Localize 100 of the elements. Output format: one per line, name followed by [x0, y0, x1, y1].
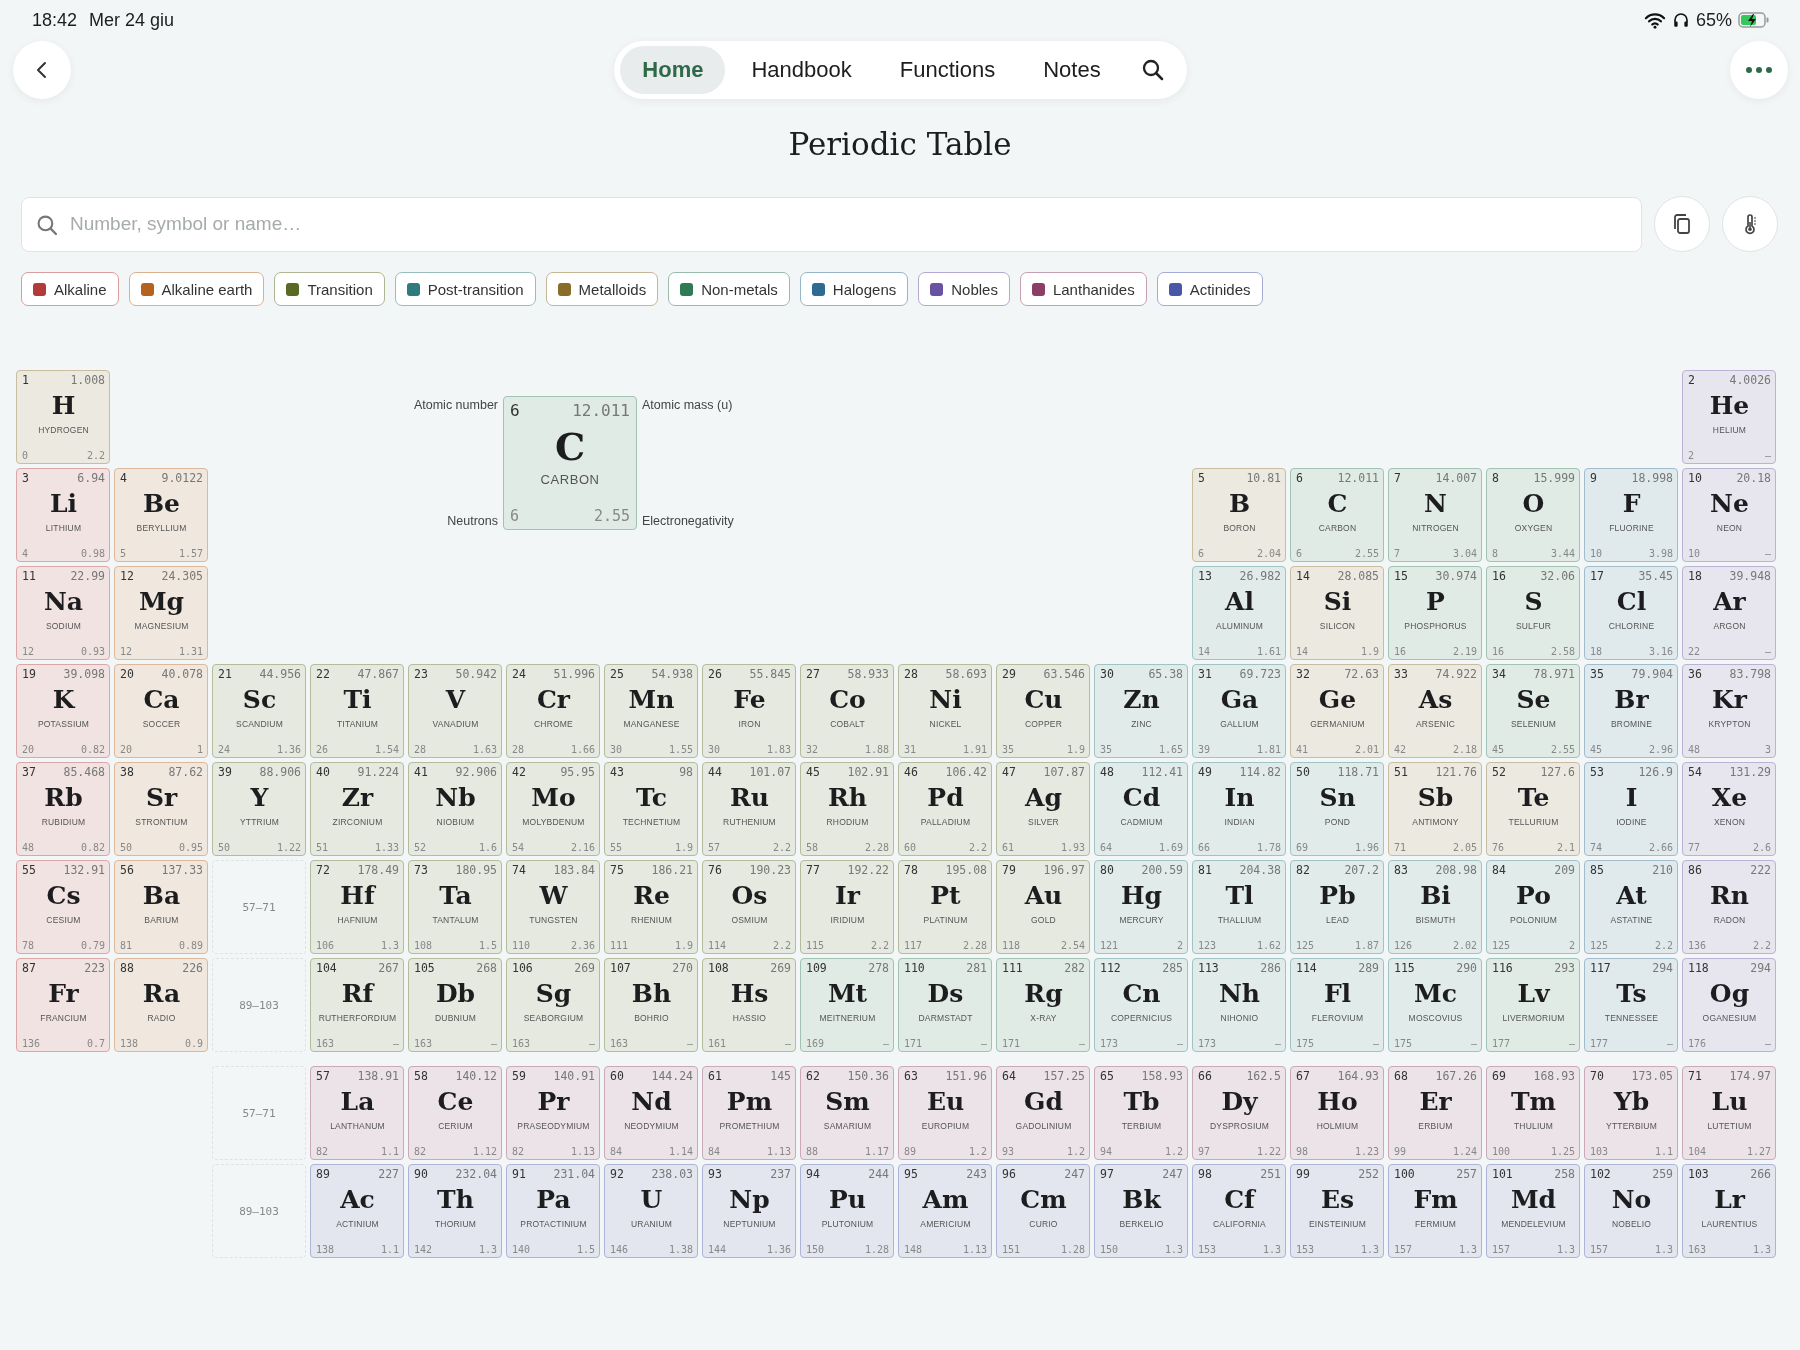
element-tile[interactable]: 34 78.971 Se SELENIUM 45 2.55 [1486, 664, 1580, 758]
element-tile[interactable]: 11 22.99 Na SODIUM 12 0.93 [16, 566, 110, 660]
element-tile[interactable]: 54 131.29 Xe XENON 77 2.6 [1682, 762, 1776, 856]
element-tile[interactable]: 84 209 Po POLONIUM 125 2 [1486, 860, 1580, 954]
element-tile[interactable]: 57 138.91 La LANTHANUM 82 1.1 [310, 1066, 404, 1160]
element-tile[interactable]: 40 91.224 Zr ZIRCONIUM 51 1.33 [310, 762, 404, 856]
element-tile[interactable]: 30 65.38 Zn ZINC 35 1.65 [1094, 664, 1188, 758]
element-tile[interactable]: 59 140.91 Pr PRASEODYMIUM 82 1.13 [506, 1066, 600, 1160]
element-tile[interactable]: 80 200.59 Hg MERCURY 121 2 [1094, 860, 1188, 954]
element-tile[interactable]: 51 121.76 Sb ANTIMONY 71 2.05 [1388, 762, 1482, 856]
element-tile[interactable]: 93 237 Np NEPTUNIUM 144 1.36 [702, 1164, 796, 1258]
element-tile[interactable]: 73 180.95 Ta TANTALUM 108 1.5 [408, 860, 502, 954]
element-tile[interactable]: 65 158.93 Tb TERBIUM 94 1.2 [1094, 1066, 1188, 1160]
element-tile[interactable]: 87 223 Fr FRANCIUM 136 0.7 [16, 958, 110, 1052]
element-tile[interactable]: 15 30.974 P PHOSPHORUS 16 2.19 [1388, 566, 1482, 660]
element-tile[interactable]: 89 227 Ac ACTINIUM 138 1.1 [310, 1164, 404, 1258]
element-tile[interactable]: 100 257 Fm FERMIUM 157 1.3 [1388, 1164, 1482, 1258]
element-tile[interactable]: 3 6.94 Li LITHIUM 4 0.98 [16, 468, 110, 562]
category-chip[interactable]: Post-transition [394, 272, 536, 306]
element-tile[interactable]: 88 226 Ra RADIO 138 0.9 [114, 958, 208, 1052]
element-tile[interactable]: 47 107.87 Ag SILVER 61 1.93 [996, 762, 1090, 856]
element-tile[interactable]: 110 281 Ds DARMSTADT 171 – [898, 958, 992, 1052]
element-tile[interactable]: 4 9.0122 Be BERYLLIUM 5 1.57 [114, 468, 208, 562]
element-tile[interactable]: 114 289 Fl FLEROVIUM 175 – [1290, 958, 1384, 1052]
element-tile[interactable]: 112 285 Cn COPERNICIUS 173 – [1094, 958, 1188, 1052]
element-tile[interactable]: 106 269 Sg SEABORGIUM 163 – [506, 958, 600, 1052]
element-tile[interactable]: 8 15.999 O OXYGEN 8 3.44 [1486, 468, 1580, 562]
nav-tab[interactable]: Notes [1021, 46, 1123, 94]
element-tile[interactable]: 52 127.6 Te TELLURIUM 76 2.1 [1486, 762, 1580, 856]
search-field[interactable]: Number, symbol or name… [21, 196, 1642, 252]
nav-tab[interactable]: Functions [877, 46, 1018, 94]
element-tile[interactable]: 1 1.008 H HYDROGEN 0 2.2 [16, 370, 110, 464]
element-tile[interactable]: 86 222 Rn RADON 136 2.2 [1682, 860, 1776, 954]
category-chip[interactable]: Alkaline [21, 272, 119, 306]
element-tile[interactable]: 82 207.2 Pb LEAD 125 1.87 [1290, 860, 1384, 954]
element-tile[interactable]: 23 50.942 V VANADIUM 28 1.63 [408, 664, 502, 758]
element-tile[interactable]: 27 58.933 Co COBALT 32 1.88 [800, 664, 894, 758]
element-tile[interactable]: 49 114.82 In INDIAN 66 1.78 [1192, 762, 1286, 856]
element-tile[interactable]: 28 58.693 Ni NICKEL 31 1.91 [898, 664, 992, 758]
element-tile[interactable]: 85 210 At ASTATINE 125 2.2 [1584, 860, 1678, 954]
element-tile[interactable]: 29 63.546 Cu COPPER 35 1.9 [996, 664, 1090, 758]
element-tile[interactable]: 74 183.84 W TUNGSTEN 110 2.36 [506, 860, 600, 954]
category-chip[interactable]: Actinides [1156, 272, 1263, 306]
element-tile[interactable]: 81 204.38 Tl THALLIUM 123 1.62 [1192, 860, 1286, 954]
element-tile[interactable]: 38 87.62 Sr STRONTIUM 50 0.95 [114, 762, 208, 856]
element-tile[interactable]: 2 4.0026 He HELIUM 2 – [1682, 370, 1776, 464]
element-tile[interactable]: 77 192.22 Ir IRIDIUM 115 2.2 [800, 860, 894, 954]
category-chip[interactable]: Nobles [918, 272, 1010, 306]
element-tile[interactable]: 118 294 Og OGANESIUM 176 – [1682, 958, 1776, 1052]
element-tile[interactable]: 58 140.12 Ce CERIUM 82 1.12 [408, 1066, 502, 1160]
element-tile[interactable]: 48 112.41 Cd CADMIUM 64 1.69 [1094, 762, 1188, 856]
element-tile[interactable]: 42 95.95 Mo MOLYBDENUM 54 2.16 [506, 762, 600, 856]
nav-tab[interactable]: Home [620, 46, 726, 94]
element-tile[interactable]: 96 247 Cm CURIO 151 1.28 [996, 1164, 1090, 1258]
element-tile[interactable]: 55 132.91 Cs CESIUM 78 0.79 [16, 860, 110, 954]
element-tile[interactable]: 79 196.97 Au GOLD 118 2.54 [996, 860, 1090, 954]
element-tile[interactable]: 14 28.085 Si SILICON 14 1.9 [1290, 566, 1384, 660]
element-tile[interactable]: 113 286 Nh NIHONIO 173 – [1192, 958, 1286, 1052]
element-tile[interactable]: 24 51.996 Cr CHROME 28 1.66 [506, 664, 600, 758]
element-tile[interactable]: 64 157.25 Gd GADOLINIUM 93 1.2 [996, 1066, 1090, 1160]
element-tile[interactable]: 67 164.93 Ho HOLMIUM 98 1.23 [1290, 1066, 1384, 1160]
element-tile[interactable]: 63 151.96 Eu EUROPIUM 89 1.2 [898, 1066, 992, 1160]
category-chip[interactable]: Metalloids [545, 272, 659, 306]
element-tile[interactable]: 76 190.23 Os OSMIUM 114 2.2 [702, 860, 796, 954]
element-tile[interactable]: 71 174.97 Lu LUTETIUM 104 1.27 [1682, 1066, 1776, 1160]
element-tile[interactable]: 7 14.007 N NITROGEN 7 3.04 [1388, 468, 1482, 562]
element-tile[interactable]: 43 98 Tc TECHNETIUM 55 1.9 [604, 762, 698, 856]
element-tile[interactable]: 25 54.938 Mn MANGANESE 30 1.55 [604, 664, 698, 758]
copy-button[interactable] [1654, 196, 1710, 252]
element-tile[interactable]: 35 79.904 Br BROMINE 45 2.96 [1584, 664, 1678, 758]
element-tile[interactable]: 97 247 Bk BERKELIO 150 1.3 [1094, 1164, 1188, 1258]
element-tile[interactable]: 60 144.24 Nd NEODYMIUM 84 1.14 [604, 1066, 698, 1160]
element-tile[interactable]: 10 20.18 Ne NEON 10 – [1682, 468, 1776, 562]
element-tile[interactable]: 36 83.798 Kr KRYPTON 48 3 [1682, 664, 1776, 758]
element-tile[interactable]: 104 267 Rf RUTHERFORDIUM 163 – [310, 958, 404, 1052]
element-tile[interactable]: 26 55.845 Fe IRON 30 1.83 [702, 664, 796, 758]
element-tile[interactable]: 18 39.948 Ar ARGON 22 – [1682, 566, 1776, 660]
element-tile[interactable]: 50 118.71 Sn POND 69 1.96 [1290, 762, 1384, 856]
element-tile[interactable]: 17 35.45 Cl CHLORINE 18 3.16 [1584, 566, 1678, 660]
element-tile[interactable]: 61 145 Pm PROMETHIUM 84 1.13 [702, 1066, 796, 1160]
element-tile[interactable]: 22 47.867 Ti TITANIUM 26 1.54 [310, 664, 404, 758]
element-tile[interactable]: 66 162.5 Dy DYSPROSIUM 97 1.22 [1192, 1066, 1286, 1160]
element-tile[interactable]: 9 18.998 F FLUORINE 10 3.98 [1584, 468, 1678, 562]
element-tile[interactable]: 91 231.04 Pa PROTACTINIUM 140 1.5 [506, 1164, 600, 1258]
element-tile[interactable]: 56 137.33 Ba BARIUM 81 0.89 [114, 860, 208, 954]
element-tile[interactable]: 39 88.906 Y YTTRIUM 50 1.22 [212, 762, 306, 856]
element-tile[interactable]: 117 294 Ts TENNESSEE 177 – [1584, 958, 1678, 1052]
element-tile[interactable]: 62 150.36 Sm SAMARIUM 88 1.17 [800, 1066, 894, 1160]
element-tile[interactable]: 44 101.07 Ru RUTHENIUM 57 2.2 [702, 762, 796, 856]
element-tile[interactable]: 105 268 Db DUBNIUM 163 – [408, 958, 502, 1052]
element-tile[interactable]: 92 238.03 U URANIUM 146 1.38 [604, 1164, 698, 1258]
element-tile[interactable]: 33 74.922 As ARSENIC 42 2.18 [1388, 664, 1482, 758]
element-tile[interactable]: 115 290 Mc MOSCOVIUS 175 – [1388, 958, 1482, 1052]
element-tile[interactable]: 5 10.81 B BORON 6 2.04 [1192, 468, 1286, 562]
element-tile[interactable]: 108 269 Hs HASSIO 161 – [702, 958, 796, 1052]
category-chip[interactable]: Alkaline earth [128, 272, 265, 306]
element-tile[interactable]: 6 12.011 C CARBON 6 2.55 [1290, 468, 1384, 562]
element-tile[interactable]: 78 195.08 Pt PLATINUM 117 2.28 [898, 860, 992, 954]
temperature-button[interactable] [1722, 196, 1778, 252]
element-tile[interactable]: 32 72.63 Ge GERMANIUM 41 2.01 [1290, 664, 1384, 758]
